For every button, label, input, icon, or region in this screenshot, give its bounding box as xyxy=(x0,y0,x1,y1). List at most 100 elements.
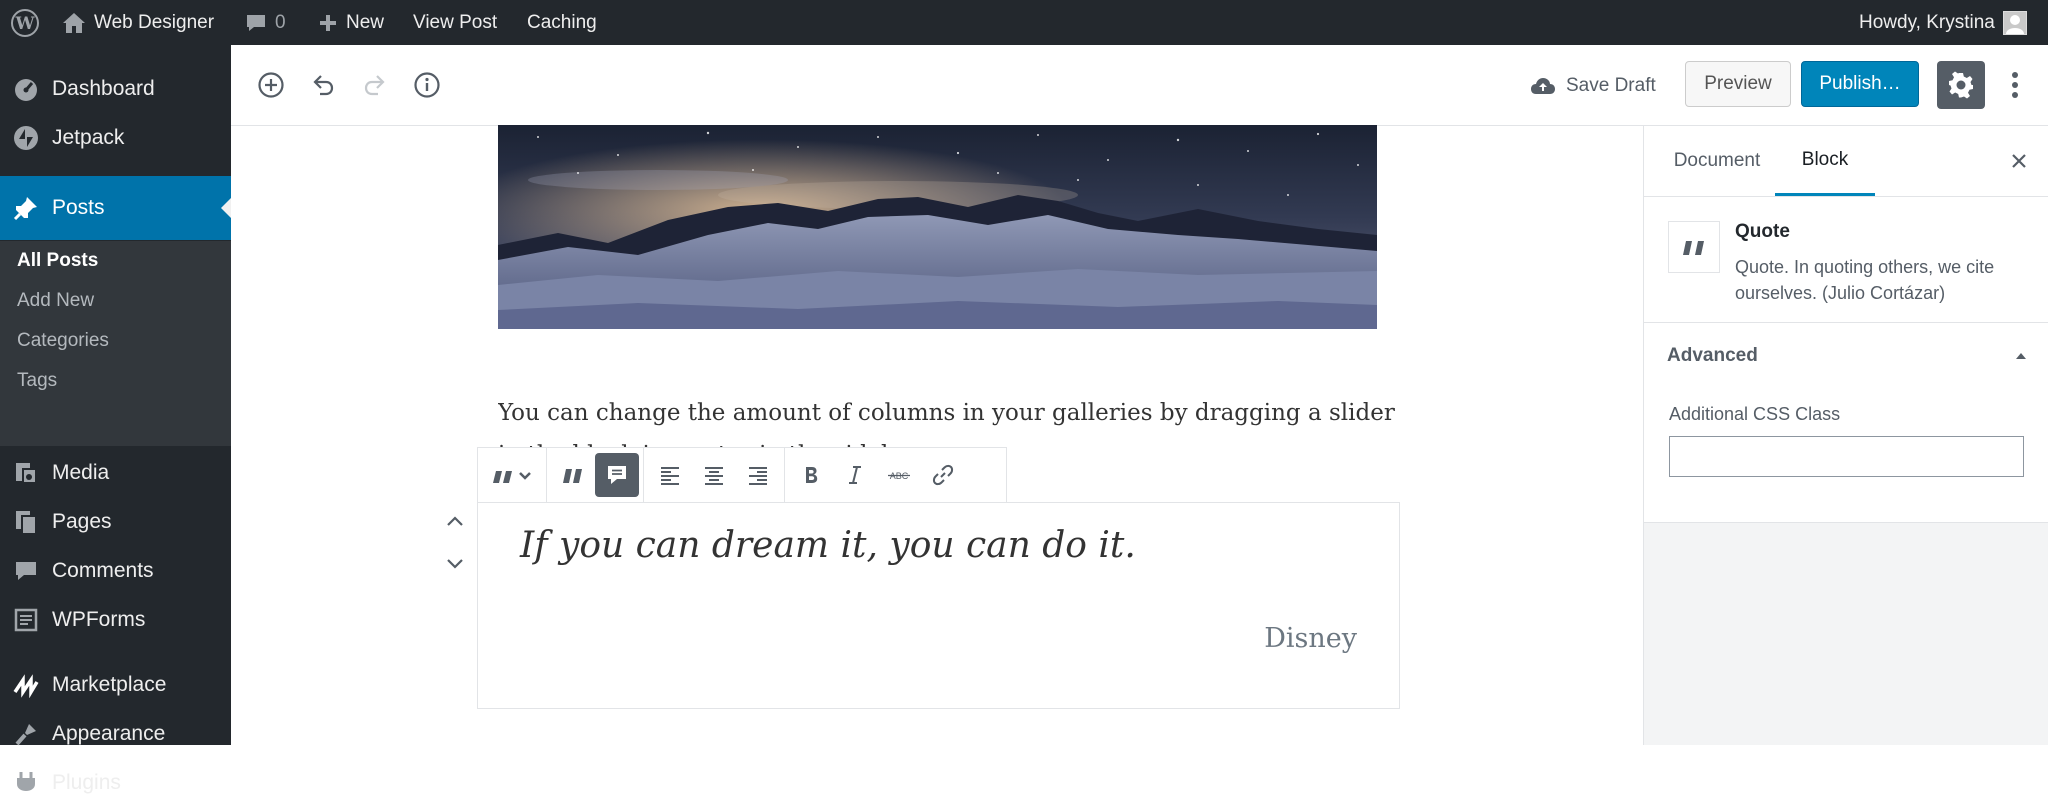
cloud-upload-icon xyxy=(1530,75,1556,97)
more-options-button[interactable] xyxy=(2003,65,2027,105)
editor-header: Save Draft Preview Publish… xyxy=(231,45,2048,126)
sidebar-item-comments[interactable]: Comments xyxy=(0,551,231,591)
sidebar-item-appearance[interactable]: Appearance xyxy=(0,714,231,754)
account-menu[interactable]: Howdy, Krystina xyxy=(1859,0,2027,45)
sidebar-item-marketplace[interactable]: Marketplace xyxy=(0,665,231,705)
sidebar-item-wpforms[interactable]: WPForms xyxy=(0,600,231,640)
submenu-categories[interactable]: Categories xyxy=(17,330,109,352)
submenu-tags[interactable]: Tags xyxy=(17,370,57,392)
preview-button[interactable]: Preview xyxy=(1685,61,1791,107)
svg-text:W: W xyxy=(14,14,35,34)
content-structure-button[interactable] xyxy=(407,65,447,105)
block-toolbar: ABC xyxy=(477,447,1007,503)
sidebar-item-media[interactable]: Media xyxy=(0,453,231,493)
avatar xyxy=(2002,10,2027,35)
settings-sidebar: Document Block Quote Quote. In quoting o… xyxy=(1643,126,2048,745)
comment-bubble-icon xyxy=(245,13,267,33)
posts-submenu: All Posts Add New Categories Tags xyxy=(0,241,231,446)
bold-icon xyxy=(799,463,823,487)
sidebar-item-label: Dashboard xyxy=(52,77,155,100)
quote-style-default-button[interactable] xyxy=(551,453,595,497)
chevron-down-icon xyxy=(445,557,465,571)
paragraph-block[interactable]: You can change the amount of columns in … xyxy=(498,392,1398,452)
tab-block[interactable]: Block xyxy=(1775,126,1875,196)
advanced-panel-toggle[interactable]: Advanced xyxy=(1644,323,2048,389)
speech-bubble-icon xyxy=(605,463,629,487)
sidebar-item-jetpack[interactable]: Jetpack xyxy=(0,118,231,158)
align-right-button[interactable] xyxy=(736,453,780,497)
strikethrough-icon: ABC xyxy=(886,463,912,487)
strikethrough-button[interactable]: ABC xyxy=(877,453,921,497)
gear-icon xyxy=(1947,71,1975,99)
align-right-icon xyxy=(746,463,770,487)
sidebar-item-dashboard[interactable]: Dashboard xyxy=(0,69,231,109)
jetpack-icon xyxy=(12,124,40,152)
greeting: Howdy, Krystina xyxy=(1859,11,1995,33)
submenu-add-new[interactable]: Add New xyxy=(17,290,94,312)
save-draft-button[interactable]: Save Draft xyxy=(1530,69,1656,103)
view-post-link[interactable]: View Post xyxy=(413,0,497,45)
quote-icon xyxy=(1668,221,1720,273)
sidebar-item-pages[interactable]: Pages xyxy=(0,502,231,542)
settings-button[interactable] xyxy=(1937,61,1985,109)
quote-style-large-button[interactable] xyxy=(595,453,639,497)
block-switcher-group xyxy=(478,448,547,502)
plugins-icon xyxy=(12,769,40,797)
plus-circle-icon xyxy=(257,71,285,99)
site-name: Web Designer xyxy=(94,11,215,33)
new-content-link[interactable]: New xyxy=(318,0,384,45)
close-icon xyxy=(2011,153,2027,169)
inspector-tabs: Document Block xyxy=(1644,126,2048,197)
quote-icon xyxy=(561,463,585,487)
move-block-down-button[interactable] xyxy=(440,549,470,579)
wordpress-logo-icon[interactable]: W xyxy=(10,0,40,45)
italic-icon xyxy=(843,463,867,487)
move-block-up-button[interactable] xyxy=(440,506,470,536)
plus-icon xyxy=(318,13,338,33)
admin-bar: W Web Designer 0 New View Post Caching H… xyxy=(0,0,2048,45)
publish-button[interactable]: Publish… xyxy=(1801,61,1919,107)
align-center-button[interactable] xyxy=(692,453,736,497)
add-block-button[interactable] xyxy=(251,65,291,105)
tab-document[interactable]: Document xyxy=(1662,126,1772,196)
pages-icon xyxy=(12,508,40,536)
sidebar-item-label: Jetpack xyxy=(52,126,125,149)
css-class-input[interactable] xyxy=(1669,436,2024,477)
caret-up-icon xyxy=(2014,349,2028,363)
block-switcher-button[interactable] xyxy=(482,453,542,497)
quote-block[interactable]: If you can dream it, you can do it. Disn… xyxy=(477,502,1400,709)
save-draft-label: Save Draft xyxy=(1566,75,1656,96)
undo-button[interactable] xyxy=(303,65,343,105)
bold-button[interactable] xyxy=(789,453,833,497)
media-icon xyxy=(12,459,40,487)
chevron-up-icon xyxy=(445,514,465,528)
sidebar-item-posts[interactable]: Posts xyxy=(0,176,231,240)
mountain-night-image[interactable] xyxy=(498,125,1377,329)
submenu-all-posts[interactable]: All Posts xyxy=(17,250,98,272)
site-name-link[interactable]: Web Designer xyxy=(62,0,214,45)
sidebar-item-label: Pages xyxy=(52,510,112,533)
block-card-title: Quote xyxy=(1735,221,1790,242)
link-button[interactable] xyxy=(921,453,965,497)
quote-style-group xyxy=(547,448,644,502)
vertical-ellipsis-icon xyxy=(2012,71,2018,99)
caching-link[interactable]: Caching xyxy=(527,0,597,45)
appearance-icon xyxy=(12,720,40,748)
quote-citation[interactable]: Disney xyxy=(1264,623,1357,654)
quote-text[interactable]: If you can dream it, you can do it. xyxy=(520,525,1136,566)
sidebar-item-label: Comments xyxy=(52,559,154,582)
close-settings-button[interactable] xyxy=(2006,148,2032,174)
align-left-button[interactable] xyxy=(648,453,692,497)
comments-icon xyxy=(12,557,40,585)
view-post-label: View Post xyxy=(413,11,498,33)
sidebar-item-plugins[interactable]: Plugins xyxy=(0,763,231,803)
block-card-description: Quote. In quoting others, we cite oursel… xyxy=(1735,257,1995,303)
redo-button[interactable] xyxy=(355,65,395,105)
link-icon xyxy=(931,463,955,487)
wpforms-icon xyxy=(12,606,40,634)
italic-button[interactable] xyxy=(833,453,877,497)
sidebar-item-label: Marketplace xyxy=(52,673,167,696)
advanced-panel: Advanced Additional CSS Class xyxy=(1644,323,2048,523)
comments-link[interactable]: 0 xyxy=(245,0,286,45)
sidebar-item-label: Posts xyxy=(52,196,105,219)
